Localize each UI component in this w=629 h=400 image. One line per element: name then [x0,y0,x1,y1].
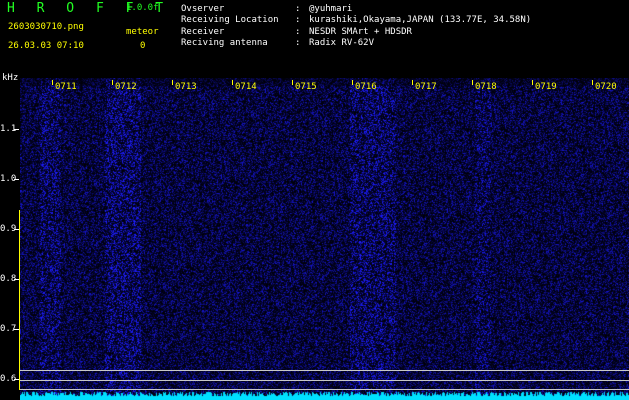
info-label: Reciving antenna [181,38,268,48]
info-value: @yuhmari [309,4,353,14]
spectrogram-plot [20,78,629,400]
time-tick-mark [172,80,173,85]
info-value: NESDR SMArt + HDSDR [309,27,412,37]
time-tick-mark [532,80,533,85]
info-row-location: Receiving Location: kurashiki,Okayama,JAP… [181,15,531,26]
info-row-receiver: Receiver: NESDR SMArt + HDSDR [181,27,412,38]
info-colon: : [295,4,301,14]
time-tick-label: 0711 [55,82,77,92]
time-tick-label: 0715 [295,82,317,92]
time-tick-label: 0719 [535,82,557,92]
time-tick-mark [112,80,113,85]
time-tick-label: 0717 [415,82,437,92]
time-tick-label: 0713 [175,82,197,92]
time-tick-mark [52,80,53,85]
info-colon: : [295,15,301,25]
info-value: Radix RV-62V [309,38,375,48]
time-tick-label: 0714 [235,82,257,92]
info-label: Receiving Location [181,15,279,25]
image-filename: 2603030710.png [8,22,84,32]
meteor-count: 0 [140,41,146,51]
time-tick-label: 0718 [475,82,497,92]
info-label: Ovserver [181,4,225,14]
y-tick-mark [14,179,19,180]
info-colon: : [295,27,301,37]
y-tick-mark [14,229,19,230]
y-tick-mark [14,329,19,330]
info-colon: : [295,38,301,48]
capture-datetime: 26.03.03 07:10 [8,41,84,51]
app-version: 1.0.0f [126,3,159,13]
spectrogram-canvas [20,78,629,400]
info-row-antenna: Reciving antenna: Radix RV-62V [181,38,374,49]
frequency-unit-label: kHz [2,73,19,83]
time-tick-mark [592,80,593,85]
reference-line [20,370,629,371]
time-tick-mark [472,80,473,85]
meteor-label: meteor [126,27,159,37]
time-tick-mark [352,80,353,85]
time-tick-label: 0712 [115,82,137,92]
time-tick-mark [292,80,293,85]
time-tick-label: 0720 [595,82,617,92]
reference-line [20,380,629,381]
header-panel: H R O F F T 1.0.0f 2603030710.png meteor… [0,0,629,78]
info-row-observer: Ovserver: @yuhmari [181,4,352,15]
y-tick-mark [14,379,19,380]
time-tick-mark [412,80,413,85]
y-tick-mark [14,129,19,130]
y-tick-mark [14,279,19,280]
time-tick-label: 0716 [355,82,377,92]
info-value: kurashiki,Okayama,JAPAN (133.77E, 34.58N… [309,15,532,25]
time-tick-mark [232,80,233,85]
info-label: Receiver [181,27,225,37]
reference-line [20,389,629,390]
y-axis-line [19,210,20,390]
